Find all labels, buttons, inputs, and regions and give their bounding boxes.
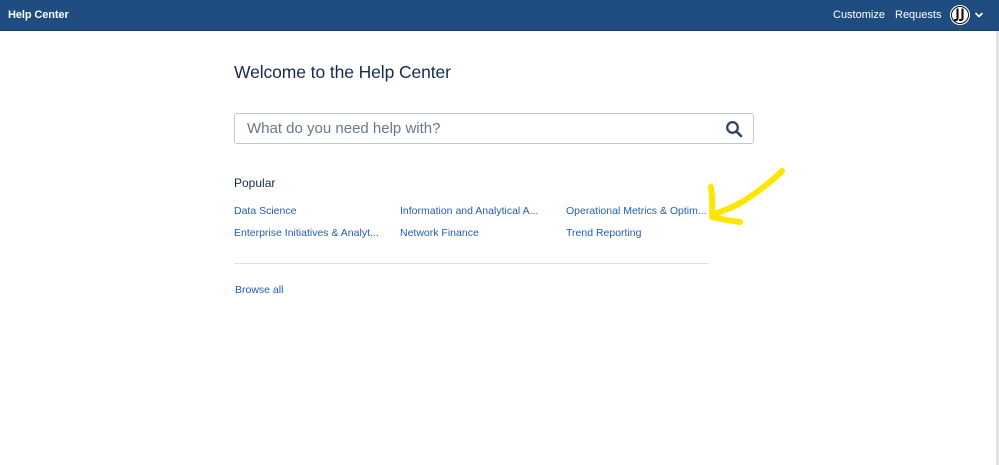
- brand-link[interactable]: Help Center: [8, 9, 69, 21]
- help-center-page: Help Center Customize Requests Welcome t…: [0, 0, 999, 465]
- search-icon[interactable]: [725, 120, 743, 138]
- top-navigation-bar: Help Center Customize Requests: [0, 0, 999, 31]
- search-input[interactable]: [235, 114, 705, 143]
- profile-menu-button[interactable]: [950, 5, 986, 25]
- arrow-annotation-icon: [708, 168, 785, 225]
- avatar-icon: [950, 5, 970, 25]
- browse-all-link[interactable]: Browse all: [235, 284, 283, 296]
- popular-link-enterprise-initiatives[interactable]: Enterprise Initiatives & Analyt...: [234, 227, 379, 239]
- popular-link-trend-reporting[interactable]: Trend Reporting: [566, 227, 641, 239]
- section-divider: [234, 263, 709, 264]
- avatar: [950, 5, 970, 25]
- requests-link[interactable]: Requests: [895, 9, 941, 21]
- customize-link[interactable]: Customize: [833, 9, 885, 21]
- popular-link-data-science[interactable]: Data Science: [234, 205, 296, 217]
- search-box: [234, 113, 754, 144]
- popular-heading: Popular: [234, 176, 276, 190]
- chevron-down-icon: [975, 12, 983, 18]
- popular-link-information-analytical[interactable]: Information and Analytical A...: [400, 205, 538, 217]
- popular-link-operational-metrics[interactable]: Operational Metrics & Optim...: [566, 205, 707, 217]
- page-title: Welcome to the Help Center: [234, 62, 451, 82]
- popular-link-network-finance[interactable]: Network Finance: [400, 227, 479, 239]
